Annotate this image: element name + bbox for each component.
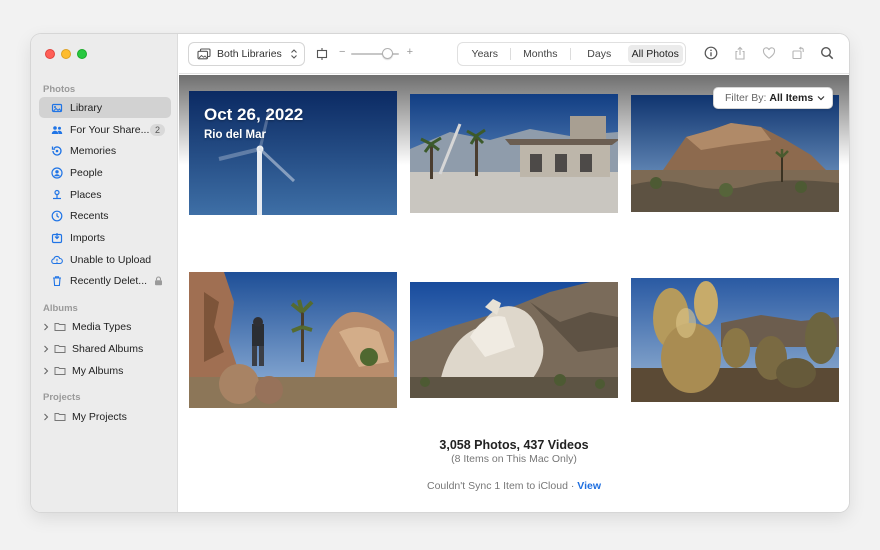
section-label-projects: Projects bbox=[43, 392, 81, 403]
section-label-photos: Photos bbox=[43, 84, 76, 95]
sidebar-folder-media-types[interactable]: Media Types bbox=[39, 316, 171, 337]
minimize-window-button[interactable] bbox=[61, 49, 71, 59]
window-controls bbox=[45, 49, 87, 59]
section-label-albums: Albums bbox=[43, 303, 78, 314]
chevron-right-icon[interactable] bbox=[42, 413, 52, 421]
clock-icon bbox=[51, 210, 63, 222]
sidebar-item-label: Imports bbox=[70, 231, 106, 244]
moment-date: Oct 26, 2022 bbox=[204, 105, 304, 124]
sidebar-item-people[interactable]: People bbox=[39, 162, 171, 183]
sidebar-item-for-your-shared[interactable]: For Your Share... 2 bbox=[39, 119, 171, 140]
sidebar-folder-my-projects[interactable]: My Projects bbox=[39, 406, 171, 427]
chevron-right-icon[interactable] bbox=[42, 345, 52, 353]
photo-thumbnail-person-boulders[interactable] bbox=[189, 272, 397, 408]
chevron-down-icon bbox=[817, 94, 825, 102]
sidebar-item-imports[interactable]: Imports bbox=[39, 227, 171, 248]
moment-place: Rio del Mar bbox=[204, 129, 266, 141]
photo-thumbnail-building[interactable] bbox=[410, 94, 618, 213]
sidebar-item-label: For Your Share... bbox=[70, 123, 150, 136]
count-badge: 2 bbox=[149, 123, 165, 136]
sidebar-item-unable-to-upload[interactable]: Unable to Upload bbox=[39, 249, 171, 270]
filter-by-dropdown[interactable]: Filter By: All Items bbox=[713, 87, 833, 109]
sidebar-item-label: Unable to Upload bbox=[70, 253, 152, 266]
zoom-slider-knob[interactable] bbox=[381, 48, 393, 59]
library-select[interactable]: Both Libraries bbox=[188, 42, 305, 66]
trash-icon bbox=[51, 275, 63, 287]
tab-years[interactable]: Years bbox=[460, 45, 510, 63]
zoom-window-button[interactable] bbox=[77, 49, 87, 59]
chevron-right-icon[interactable] bbox=[42, 323, 52, 331]
sidebar-item-recents[interactable]: Recents bbox=[39, 205, 171, 226]
photos-stack-icon bbox=[197, 48, 211, 60]
chevron-updown-icon bbox=[290, 48, 298, 60]
sidebar-folder-label: My Projects bbox=[72, 410, 127, 423]
photo-thumbnail-cholla-cactus[interactable] bbox=[631, 278, 839, 402]
cloud-alert-icon bbox=[51, 254, 63, 266]
filter-label: Filter By: bbox=[725, 92, 767, 104]
toolbar: Both Libraries − + Years Months Days All… bbox=[179, 34, 849, 74]
sidebar-item-label: Places bbox=[70, 188, 102, 201]
photo-thumbnail-rock-formation[interactable] bbox=[631, 95, 839, 212]
library-count: 3,058 Photos, 437 Videos bbox=[439, 438, 589, 452]
photo-grid-area: Oct 26, 2022 Rio del Mar Filter By: All … bbox=[179, 75, 849, 512]
share-icon[interactable] bbox=[732, 45, 748, 61]
sidebar-item-memories[interactable]: Memories bbox=[39, 140, 171, 161]
tab-days[interactable]: Days bbox=[571, 45, 628, 63]
sidebar-folder-shared-albums[interactable]: Shared Albums bbox=[39, 338, 171, 359]
sidebar-item-recently-deleted[interactable]: Recently Delet... bbox=[39, 270, 171, 291]
sidebar-folder-label: Media Types bbox=[72, 320, 132, 333]
folder-icon bbox=[54, 411, 66, 422]
memories-icon bbox=[51, 145, 63, 157]
person-icon bbox=[51, 166, 63, 179]
sidebar-item-places[interactable]: Places bbox=[39, 184, 171, 205]
photo-thumbnail-granite-hillside[interactable] bbox=[410, 282, 618, 398]
rotate-icon[interactable] bbox=[790, 45, 806, 61]
photo-thumbnail-wind-turbine[interactable]: Oct 26, 2022 Rio del Mar bbox=[189, 91, 397, 215]
sidebar-item-label: Recently Delet... bbox=[70, 274, 148, 287]
sidebar-folder-my-albums[interactable]: My Albums bbox=[39, 360, 171, 381]
library-icon bbox=[51, 102, 63, 114]
sync-status: Couldn't Sync 1 Item to iCloud · View bbox=[179, 480, 849, 492]
import-icon bbox=[51, 232, 63, 244]
filter-value: All Items bbox=[769, 92, 814, 104]
chevron-right-icon[interactable] bbox=[42, 367, 52, 375]
library-select-value: Both Libraries bbox=[217, 48, 282, 60]
sidebar-item-label: Memories bbox=[70, 144, 117, 157]
sidebar-item-label: Library bbox=[70, 101, 103, 114]
shared-people-icon bbox=[51, 124, 63, 136]
heart-icon[interactable] bbox=[761, 45, 777, 61]
lock-icon bbox=[154, 275, 163, 286]
info-icon[interactable] bbox=[703, 45, 719, 61]
view-segmented-control: Years Months Days All Photos bbox=[457, 42, 686, 66]
pin-icon bbox=[51, 189, 63, 201]
zoom-slider[interactable]: − + bbox=[339, 46, 413, 62]
sidebar-folder-label: My Albums bbox=[72, 364, 124, 377]
folder-icon bbox=[54, 365, 66, 376]
sync-status-text: Couldn't Sync 1 Item to iCloud · bbox=[427, 480, 575, 492]
folder-icon bbox=[54, 321, 66, 332]
sidebar: Photos Library For Your Share... 2 Memor… bbox=[31, 34, 178, 512]
tab-all-photos[interactable]: All Photos bbox=[627, 45, 683, 63]
folder-icon bbox=[54, 343, 66, 354]
sidebar-item-label: Recents bbox=[70, 209, 109, 222]
close-window-button[interactable] bbox=[45, 49, 55, 59]
tab-months[interactable]: Months bbox=[511, 45, 570, 63]
local-items-note: (8 Items on This Mac Only) bbox=[451, 453, 577, 465]
zoom-out-icon[interactable]: − bbox=[339, 46, 345, 58]
sidebar-folder-label: Shared Albums bbox=[72, 342, 144, 355]
aspect-ratio-icon[interactable] bbox=[315, 47, 329, 61]
photos-window: Photos Library For Your Share... 2 Memor… bbox=[31, 34, 849, 512]
search-icon[interactable] bbox=[819, 45, 835, 61]
view-sync-link[interactable]: View bbox=[577, 480, 601, 492]
zoom-in-icon[interactable]: + bbox=[407, 46, 413, 58]
sidebar-item-library[interactable]: Library bbox=[39, 97, 171, 118]
sidebar-item-label: People bbox=[70, 166, 103, 179]
